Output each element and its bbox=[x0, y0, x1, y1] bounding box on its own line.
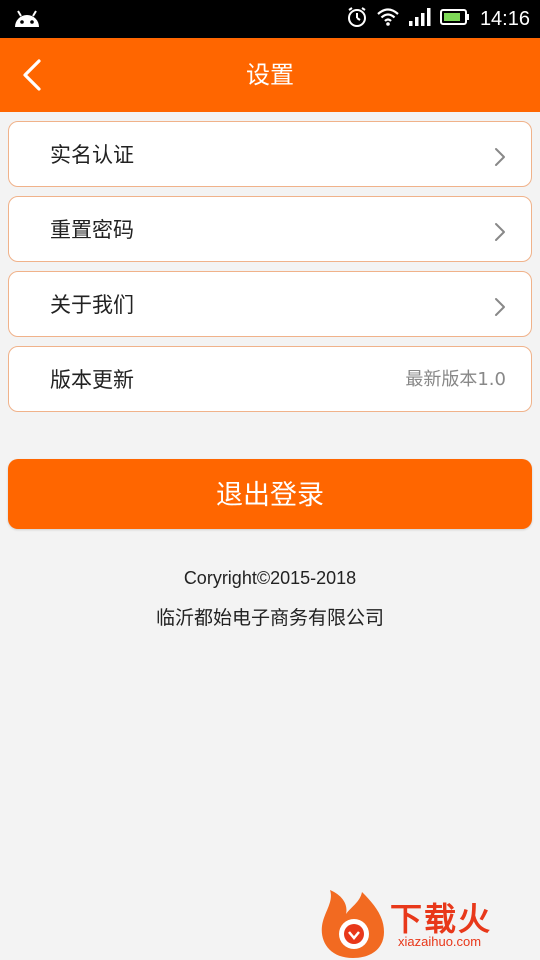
watermark-url: xiazaihuo.com bbox=[398, 934, 482, 949]
status-bar: 14:16 bbox=[0, 0, 540, 38]
chevron-right-icon bbox=[495, 148, 505, 166]
menu-item-label: 重置密码 bbox=[50, 218, 134, 242]
footer-company: 临沂都始电子商务有限公司 bbox=[155, 607, 384, 629]
alarm-icon bbox=[346, 6, 368, 32]
logout-button[interactable]: 退出登录 bbox=[8, 459, 532, 529]
menu-item-about-us[interactable]: 关于我们 bbox=[8, 271, 532, 337]
signal-icon bbox=[408, 7, 432, 31]
menu-item-label: 关于我们 bbox=[50, 293, 134, 317]
battery-icon bbox=[439, 8, 470, 30]
menu-item-reset-password[interactable]: 重置密码 bbox=[8, 196, 532, 262]
app-bar: 设置 bbox=[0, 38, 540, 112]
footer-copyright: Coryright©2015-2018 bbox=[183, 568, 357, 588]
watermark-logo: 下载火 xiazaihuo.com bbox=[318, 888, 540, 960]
settings-menu: 实名认证 重置密码 关于我们 版本更新 最新版本1.0 bbox=[8, 121, 532, 421]
menu-item-label: 版本更新 bbox=[50, 368, 134, 392]
page-title: 设置 bbox=[246, 61, 294, 89]
back-button[interactable] bbox=[12, 52, 52, 98]
chevron-right-icon bbox=[495, 223, 505, 241]
chevron-right-icon bbox=[495, 298, 505, 316]
flame-logo-icon bbox=[321, 890, 384, 958]
menu-item-label: 实名认证 bbox=[50, 143, 134, 167]
menu-item-version-update[interactable]: 版本更新 最新版本1.0 bbox=[8, 346, 532, 412]
android-icon bbox=[12, 7, 42, 33]
chevron-left-icon bbox=[23, 59, 41, 91]
wifi-icon bbox=[376, 7, 400, 31]
menu-item-real-name-auth[interactable]: 实名认证 bbox=[8, 121, 532, 187]
version-value: 最新版本1.0 bbox=[405, 369, 506, 390]
status-time: 14:16 bbox=[479, 7, 530, 30]
